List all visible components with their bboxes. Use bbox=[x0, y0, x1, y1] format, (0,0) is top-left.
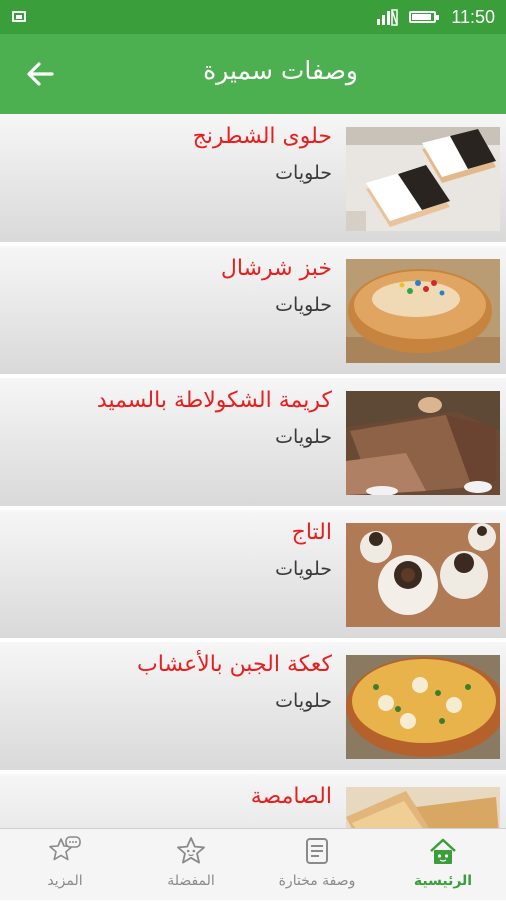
recipe-title: الصامصة bbox=[250, 784, 332, 809]
back-arrow-icon bbox=[27, 62, 54, 86]
nav-label: الرئيسية bbox=[413, 873, 473, 889]
recipe-thumbnail-image bbox=[346, 655, 500, 759]
recipe-title: كريمة الشكولاطة بالسميد bbox=[96, 388, 332, 413]
recipe-category: حلويات bbox=[275, 426, 332, 448]
bottom-navigation: الرئيسية وصفة مختارة المفضلة المزيد bbox=[0, 828, 506, 900]
recipe-list-item[interactable]: الصامصة bbox=[0, 774, 506, 828]
home-icon bbox=[430, 838, 456, 864]
nav-item-favorites[interactable]: المفضلة bbox=[128, 829, 254, 901]
recipe-list-item[interactable]: كريمة الشكولاطة بالسميد حلويات bbox=[0, 378, 506, 508]
recipe-list-item[interactable]: التاج حلويات bbox=[0, 510, 506, 640]
recipe-title: خبز شرشال bbox=[220, 256, 332, 281]
battery-icon bbox=[409, 11, 439, 23]
nav-label: المفضلة bbox=[167, 873, 215, 889]
recipe-title: حلوى الشطرنج bbox=[192, 124, 332, 149]
nav-item-more[interactable]: المزيد bbox=[2, 829, 128, 901]
recipe-title: كعكة الجبن بالأعشاب bbox=[137, 652, 332, 677]
recipe-list-item[interactable]: خبز شرشال حلويات bbox=[0, 246, 506, 376]
back-button[interactable] bbox=[22, 56, 58, 92]
status-time: 11:50 bbox=[451, 7, 495, 27]
gallery-notification-icon bbox=[12, 11, 26, 22]
recipe-thumbnail-image bbox=[346, 787, 500, 828]
recipe-thumbnail-image bbox=[346, 259, 500, 363]
status-bar: 11:50 bbox=[0, 0, 506, 34]
recipe-list[interactable]: حلوى الشطرنج حلويات خبز شرشال حلويات كري… bbox=[0, 114, 506, 828]
recipe-thumbnail-image bbox=[346, 523, 500, 627]
recipe-category: حلويات bbox=[275, 558, 332, 580]
nav-label: المزيد bbox=[47, 873, 83, 889]
nav-item-featured-recipe[interactable]: وصفة مختارة bbox=[254, 829, 380, 901]
recipe-category: حلويات bbox=[275, 690, 332, 712]
recipe-title: التاج bbox=[291, 520, 332, 545]
recipe-category: حلويات bbox=[275, 162, 332, 184]
signal-icon bbox=[377, 9, 398, 26]
favorites-star-icon bbox=[177, 837, 205, 864]
recipe-category: حلويات bbox=[275, 294, 332, 316]
recipe-list-item[interactable]: كعكة الجبن بالأعشاب حلويات bbox=[0, 642, 506, 772]
featured-recipe-icon bbox=[306, 838, 328, 864]
recipe-list-item[interactable]: حلوى الشطرنج حلويات bbox=[0, 114, 506, 244]
app-bar: وصفات سميرة bbox=[0, 34, 506, 114]
recipe-thumbnail-image bbox=[346, 391, 500, 495]
page-title: وصفات سميرة bbox=[203, 56, 358, 85]
nav-item-home[interactable]: الرئيسية bbox=[380, 829, 506, 901]
recipe-thumbnail-image bbox=[346, 127, 500, 231]
more-chat-icon bbox=[49, 836, 81, 861]
nav-label: وصفة مختارة bbox=[278, 873, 356, 889]
